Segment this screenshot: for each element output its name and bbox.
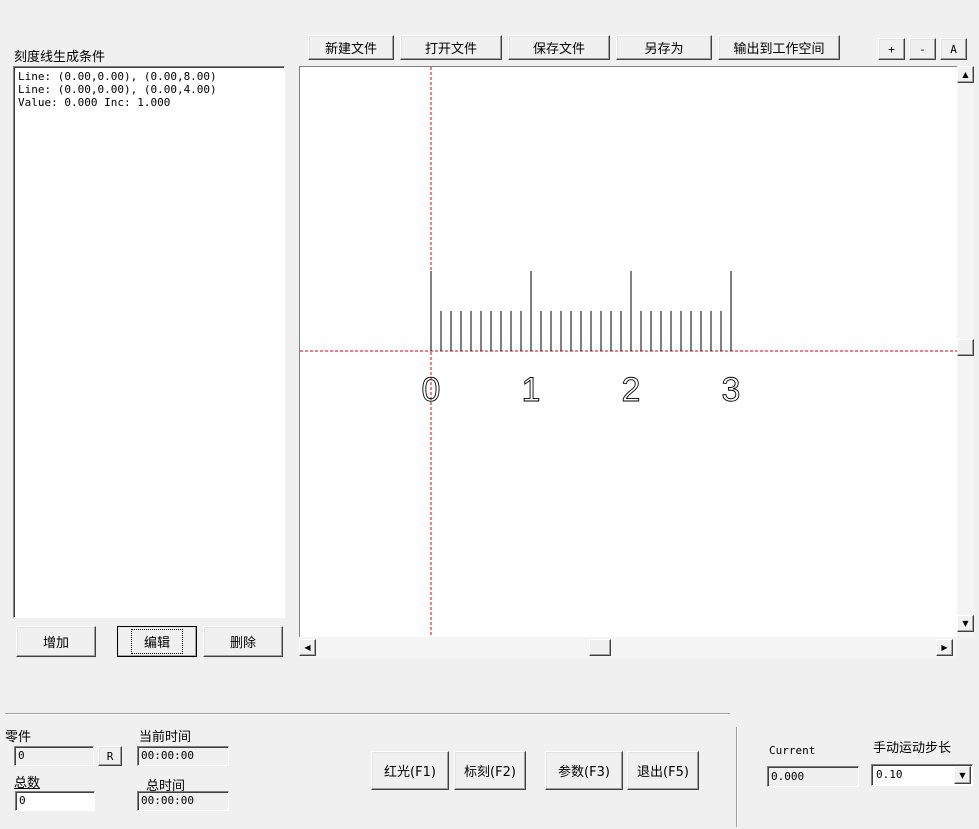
total-time-value: 00:00:00 (137, 791, 229, 811)
conditions-title: 刻度线生成条件 (14, 50, 106, 65)
save-as-button[interactable]: 另存为 (616, 35, 712, 60)
edit-button[interactable]: 编辑 (117, 626, 197, 657)
motion-divider (736, 727, 738, 827)
params-button[interactable]: 参数(F3) (545, 751, 623, 790)
mark-button[interactable]: 标刻(F2) (454, 751, 526, 790)
condition-item[interactable]: Line: (0.00,0.00), (0.00,4.00) (18, 83, 280, 96)
delete-button-label: 删除 (229, 636, 256, 651)
step-label: 手动运动步长 (873, 741, 952, 756)
delete-button[interactable]: 删除 (203, 626, 283, 657)
design-canvas[interactable]: 0 1 2 3 (299, 66, 958, 638)
conditions-list[interactable]: Line: (0.00,0.00), (0.00,8.00) Line: (0.… (13, 66, 285, 618)
new-file-button[interactable]: 新建文件 (308, 35, 394, 60)
step-select[interactable]: 0.10 ▼ (871, 764, 973, 786)
scale-ticks (430, 271, 732, 351)
total-input[interactable]: 0 (15, 791, 95, 811)
exit-button[interactable]: 退出(F5) (627, 751, 699, 790)
parts-label: 零件 (5, 730, 32, 745)
canvas-drawing[interactable]: 0 1 2 3 (300, 67, 958, 638)
step-select-value: 0.10 (876, 768, 903, 781)
auto-fit-button[interactable]: A (940, 38, 967, 60)
status-divider (5, 713, 730, 715)
horizontal-scroll-thumb[interactable] (589, 639, 611, 656)
reset-parts-button[interactable]: R (98, 746, 122, 766)
current-time-label: 当前时间 (139, 730, 192, 745)
zoom-in-button[interactable]: + (878, 38, 905, 60)
current-label: Current (769, 744, 816, 757)
open-file-button[interactable]: 打开文件 (400, 35, 502, 60)
scale-label: 3 (722, 371, 741, 409)
scroll-down-icon[interactable]: ▼ (957, 615, 974, 632)
edit-button-label: 编辑 (130, 629, 184, 654)
scale-label: 0 (422, 371, 441, 409)
vertical-scrollbar[interactable]: ▲ ▼ (957, 66, 974, 637)
scale-label: 1 (522, 371, 541, 409)
add-button-label: 增加 (42, 636, 69, 651)
red-light-button[interactable]: 红光(F1) (371, 751, 449, 790)
scale-label: 2 (622, 371, 641, 409)
scroll-up-icon[interactable]: ▲ (957, 66, 974, 83)
zoom-out-button[interactable]: - (909, 38, 936, 60)
current-time-value: 00:00:00 (137, 746, 229, 766)
current-value: 0.000 (767, 766, 859, 787)
parts-field: 0 (14, 746, 94, 766)
dropdown-arrow-icon[interactable]: ▼ (954, 766, 971, 784)
scroll-right-icon[interactable]: ▶ (936, 639, 953, 656)
total-label: 总数 (14, 776, 41, 791)
condition-item[interactable]: Line: (0.00,0.00), (0.00,8.00) (18, 70, 280, 83)
vertical-scroll-thumb[interactable] (957, 339, 974, 356)
horizontal-scrollbar[interactable]: ◀ ▶ (299, 637, 957, 658)
scroll-left-icon[interactable]: ◀ (299, 639, 316, 656)
export-workspace-button[interactable]: 输出到工作空间 (718, 35, 840, 60)
save-file-button[interactable]: 保存文件 (508, 35, 610, 60)
add-button[interactable]: 增加 (16, 626, 96, 657)
condition-item[interactable]: Value: 0.000 Inc: 1.000 (18, 96, 280, 109)
scale-labels: 0 1 2 3 (421, 371, 741, 410)
